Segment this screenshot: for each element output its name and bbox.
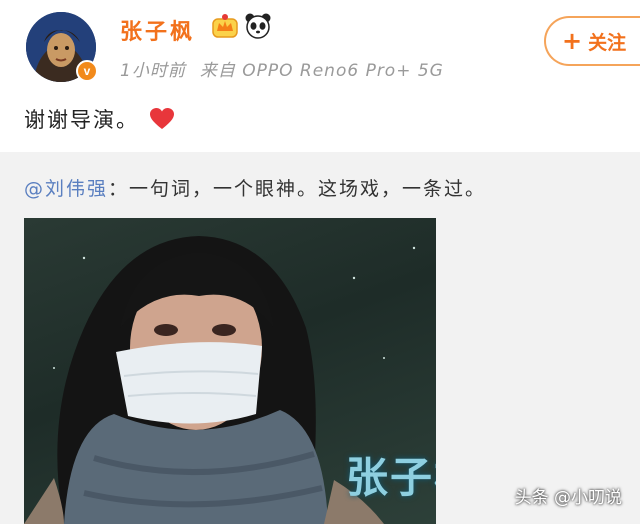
repost-quote: ：一句词，一个眼神。这场戏，一条过。 bbox=[108, 178, 487, 200]
post-header: v 张子枫 1小时前 来自 OPPO Reno6 Pro+ 5G + 关注 谢谢导… bbox=[0, 0, 640, 150]
post-source: 来自 OPPO Reno6 Pro+ 5G bbox=[199, 61, 444, 81]
post-content: 谢谢导演。 bbox=[24, 104, 175, 134]
mention-link[interactable]: @刘伟强 bbox=[24, 178, 108, 200]
panda-icon bbox=[245, 13, 271, 39]
repost-card[interactable]: @刘伟强：一句词，一个眼神。这场戏，一条过。 张子 bbox=[0, 152, 640, 524]
video-thumbnail[interactable]: 张子枫 bbox=[24, 218, 436, 524]
follow-button[interactable]: + 关注 bbox=[544, 16, 640, 66]
verified-badge: v bbox=[76, 60, 98, 82]
overlay-caption: 张子枫 bbox=[346, 453, 436, 502]
follow-label: 关注 bbox=[588, 31, 627, 54]
heart-icon bbox=[150, 108, 174, 129]
username[interactable]: 张子枫 bbox=[120, 14, 195, 46]
crown-icon bbox=[212, 14, 238, 38]
post-text: 谢谢导演。 bbox=[24, 108, 139, 132]
plus-icon: + bbox=[562, 27, 583, 55]
post-meta: 1小时前 来自 OPPO Reno6 Pro+ 5G bbox=[120, 56, 444, 81]
watermark: 头条 @小叨说 bbox=[514, 488, 622, 508]
repost-text: @刘伟强：一句词，一个眼神。这场戏，一条过。 bbox=[24, 174, 486, 201]
post-time[interactable]: 1小时前 bbox=[120, 61, 186, 81]
